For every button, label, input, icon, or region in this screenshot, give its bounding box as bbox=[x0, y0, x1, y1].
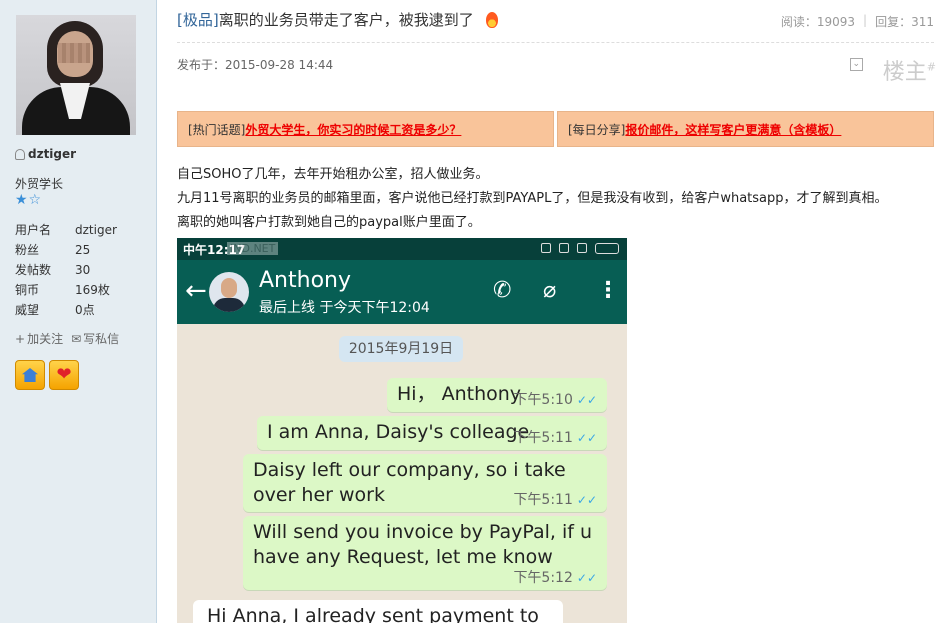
heart-medal-icon[interactable]: ❤ bbox=[49, 360, 79, 390]
read-receipt-icon: ✓✓ bbox=[576, 431, 597, 445]
author-username[interactable]: dztiger bbox=[15, 147, 76, 161]
post-paragraph: 离职的她叫客户打款到她自己的paypal账户里面了。 bbox=[177, 215, 481, 230]
stat-value: 30 bbox=[75, 263, 91, 277]
post-title-text: 离职的业务员带走了客户，被我逮到了 bbox=[218, 11, 474, 29]
more-vert-icon: ⋮ bbox=[597, 278, 619, 303]
phone-status-bar: 中午12:17 IND.NET bbox=[177, 238, 627, 260]
follow-label: 加关注 bbox=[27, 332, 64, 346]
floor-info: ⌄ 楼主# bbox=[849, 54, 936, 86]
signal-icon bbox=[577, 243, 587, 253]
hot-fire-icon bbox=[485, 11, 498, 28]
status-icons bbox=[541, 243, 619, 254]
rank-stars-icon: ★☆ bbox=[15, 192, 43, 208]
stat-value: 169枚 bbox=[75, 283, 110, 297]
stat-value: dztiger bbox=[75, 223, 117, 237]
follow-button[interactable]: + 加关注 bbox=[15, 330, 63, 347]
message-time: 下午5:10 ✓✓ bbox=[513, 392, 597, 408]
outgoing-message: I am Anna, Daisy's colleage 下午5:11 ✓✓ bbox=[257, 416, 607, 450]
views-count: 阅读：19093 bbox=[780, 15, 856, 29]
stats-separator: | bbox=[863, 13, 868, 27]
plus-icon: + bbox=[15, 331, 26, 346]
title-divider bbox=[177, 42, 934, 43]
floor-anchor[interactable]: # bbox=[927, 61, 936, 74]
stat-row: 粉丝 25 bbox=[15, 240, 145, 260]
outgoing-message: Hi， Anthony 下午5:10 ✓✓ bbox=[387, 378, 607, 412]
stat-row: 威望 0点 bbox=[15, 300, 145, 320]
read-receipt-icon: ✓✓ bbox=[576, 571, 597, 585]
read-receipt-icon: ✓✓ bbox=[576, 393, 597, 407]
post-main: [极品] 离职的业务员带走了客户，被我逮到了 阅读：19093 | 回复：311… bbox=[157, 0, 948, 623]
wifi-icon bbox=[559, 243, 569, 253]
floor-label-text[interactable]: 楼主 bbox=[883, 60, 927, 85]
avatar[interactable] bbox=[16, 15, 136, 135]
contact-name: Anthony bbox=[259, 268, 351, 293]
contact-avatar bbox=[209, 272, 249, 312]
stat-label: 铜币 bbox=[15, 283, 40, 297]
date-chip: 2015年9月19日 bbox=[339, 336, 463, 362]
banner-prefix: [每日分享] bbox=[568, 122, 626, 137]
stat-row: 铜币 169枚 bbox=[15, 280, 145, 300]
message-time: 下午5:11 ✓✓ bbox=[513, 492, 597, 508]
post-body: 自己SOHO了几年，去年开始租办公室，招人做业务。 九月11号离职的业务员的邮箱… bbox=[177, 163, 888, 235]
whatsapp-screenshot[interactable]: 中午12:17 IND.NET ← Anthony 最后上线 于今天下午12:0… bbox=[177, 238, 627, 623]
time-text: 下午5:12 bbox=[513, 570, 573, 586]
stat-label: 发帖数 bbox=[15, 263, 52, 277]
time-text: 下午5:11 bbox=[513, 492, 573, 508]
outgoing-message: Daisy left our company, so i take over h… bbox=[243, 454, 607, 512]
checkbox-icon[interactable]: ⌄ bbox=[849, 58, 863, 71]
outgoing-message: Will send you invoice by PayPal, if u ha… bbox=[243, 516, 607, 590]
post-tag[interactable]: [极品] bbox=[177, 9, 219, 30]
stat-row: 用户名 dztiger bbox=[15, 220, 145, 240]
incoming-message: Hi Anna, I already sent payment to bbox=[193, 600, 563, 623]
message-label: 写私信 bbox=[83, 332, 120, 346]
message-text: Will send you invoice by PayPal, if u ha… bbox=[253, 521, 593, 568]
battery-icon bbox=[595, 243, 619, 254]
floor-label[interactable]: 楼主# bbox=[883, 54, 936, 86]
message-time: 下午5:11 ✓✓ bbox=[513, 430, 597, 446]
user-icon bbox=[15, 148, 25, 160]
stat-label: 威望 bbox=[15, 303, 40, 317]
author-rank: 外贸学长 bbox=[15, 177, 64, 191]
watermark: IND.NET bbox=[227, 242, 279, 255]
post-paragraph: 自己SOHO了几年，去年开始租办公室，招人做业务。 bbox=[177, 167, 489, 182]
banner-prefix: [热门话题] bbox=[188, 122, 246, 137]
read-receipt-icon: ✓✓ bbox=[576, 493, 597, 507]
replies-count: 回复：311 bbox=[875, 15, 934, 29]
username-text[interactable]: dztiger bbox=[28, 147, 76, 161]
time-text: 下午5:11 bbox=[513, 430, 573, 446]
author-sidebar: dztiger 外贸学长 ★☆ 用户名 dztiger 粉丝 25 发帖数 30 铜币… bbox=[0, 0, 157, 623]
post-date: 发布于：2015-09-28 14:44 bbox=[177, 58, 334, 72]
author-stats: 用户名 dztiger 粉丝 25 发帖数 30 铜币 169枚 威望 0点 bbox=[15, 220, 145, 320]
alarm-icon bbox=[541, 243, 551, 253]
hot-topic-link[interactable]: 外贸大学生，你实习的时候工资是多少？ bbox=[245, 121, 461, 138]
post-paragraph: 九月11号离职的业务员的邮箱里面，客户说他已经打款到PAYAPL了，但是我没有收… bbox=[177, 191, 888, 206]
paperclip-icon: ⌀ bbox=[543, 278, 557, 303]
envelope-icon: ✉ bbox=[71, 331, 82, 346]
message-text: Hi， Anthony bbox=[397, 383, 522, 405]
stat-value: 25 bbox=[75, 243, 91, 257]
stat-label: 粉丝 bbox=[15, 243, 40, 257]
message-button[interactable]: ✉ 写私信 bbox=[71, 330, 119, 347]
author-actions: + 加关注 ✉ 写私信 bbox=[15, 330, 119, 347]
hot-topic-banner: [热门话题] 外贸大学生，你实习的时候工资是多少？ bbox=[177, 111, 554, 147]
stat-label: 用户名 bbox=[15, 223, 52, 237]
daily-share-banner: [每日分享] 报价邮件，这样写客户更满意（含模板） bbox=[557, 111, 934, 147]
phone-call-icon: ✆ bbox=[493, 278, 512, 303]
house-medal-icon[interactable] bbox=[15, 360, 45, 390]
post-title: [极品] 离职的业务员带走了客户，被我逮到了 bbox=[177, 9, 498, 30]
stat-row: 发帖数 30 bbox=[15, 260, 145, 280]
stat-value: 0点 bbox=[75, 303, 95, 317]
contact-last-seen: 最后上线 于今天下午12:04 bbox=[259, 300, 430, 316]
message-text: I am Anna, Daisy's colleage bbox=[267, 421, 530, 443]
chat-header: ← Anthony 最后上线 于今天下午12:04 ✆ ⌀ ⋮ bbox=[177, 260, 627, 324]
medal-list: ❤ bbox=[15, 360, 79, 390]
time-text: 下午5:10 bbox=[513, 392, 573, 408]
daily-share-link[interactable]: 报价邮件，这样写客户更满意（含模板） bbox=[625, 121, 841, 138]
message-time: 下午5:12 ✓✓ bbox=[513, 570, 597, 586]
back-arrow-icon: ← bbox=[185, 276, 207, 306]
post-stats: 阅读：19093 | 回复：311 bbox=[781, 13, 934, 30]
